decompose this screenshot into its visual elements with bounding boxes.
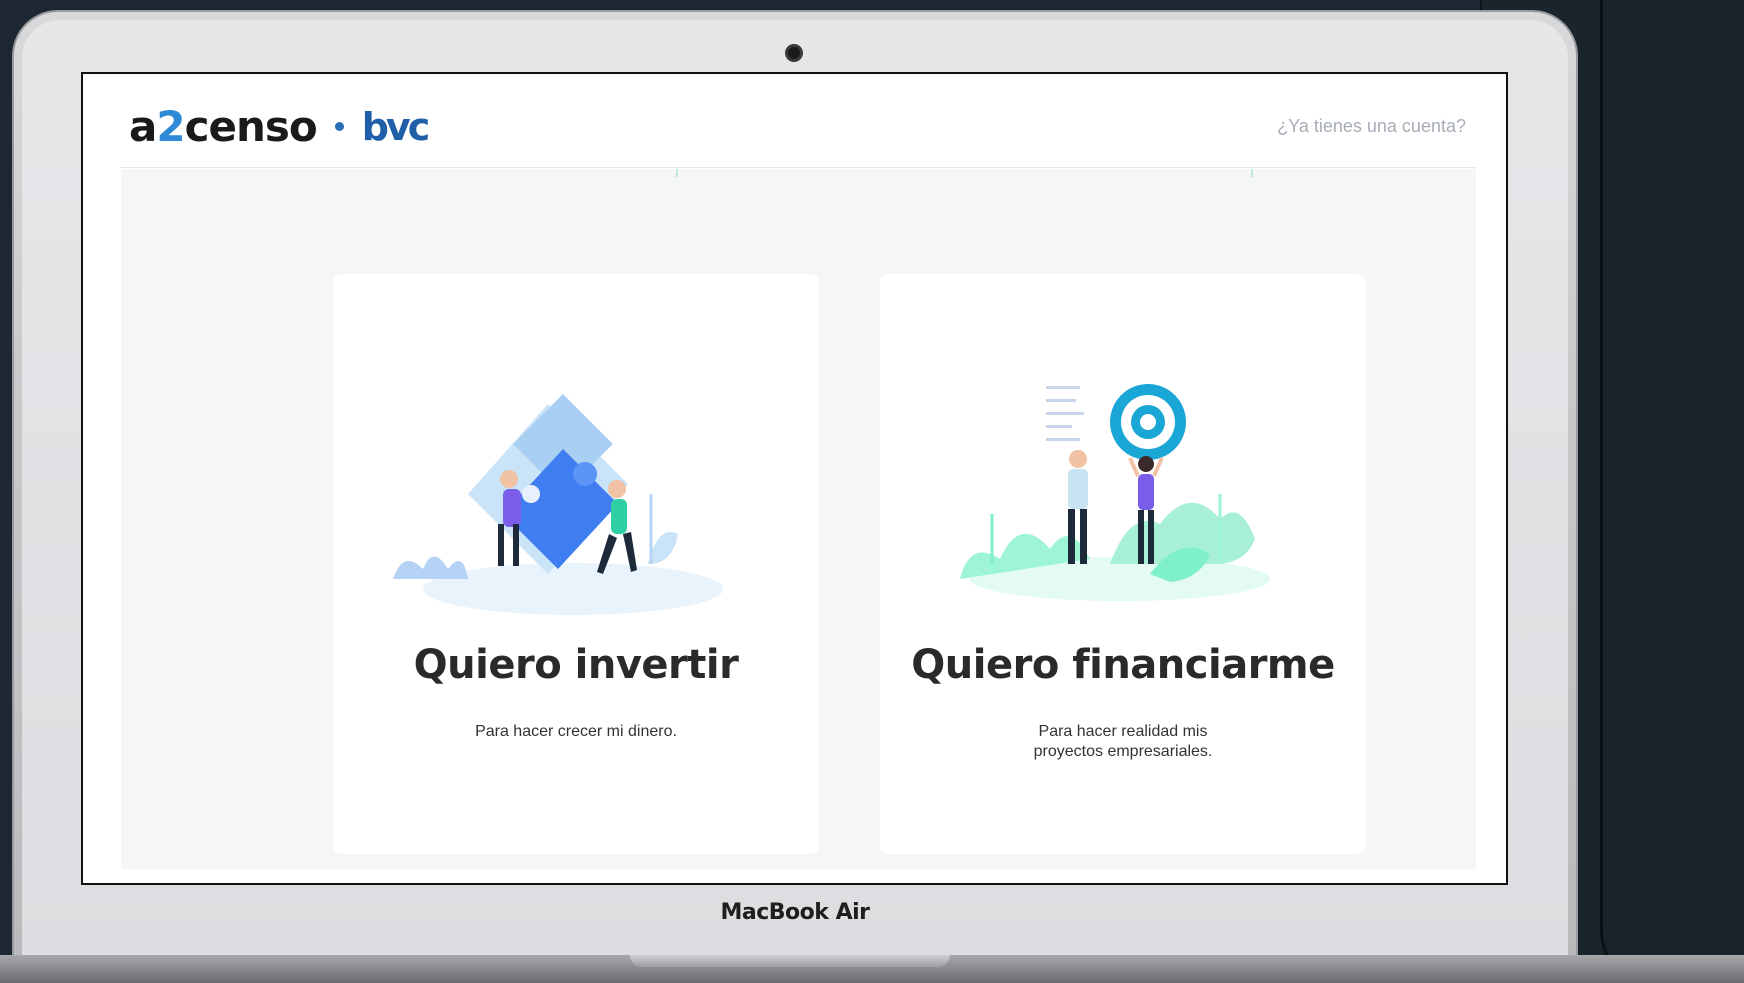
- browser-screen: a2censo bvc ¿Ya tienes una cuenta? Quier…: [81, 72, 1508, 885]
- logo-separator-dot: [334, 122, 344, 131]
- invest-card-subtitle: Para hacer crecer mi dinero.: [475, 723, 677, 740]
- site-logo[interactable]: a2censo bvc: [129, 102, 430, 151]
- decorative-line: [1251, 169, 1253, 177]
- puzzle-illustration: [393, 394, 723, 615]
- finance-card[interactable]: Quiero financiarme Para hacer realidad m…: [880, 274, 1366, 854]
- invest-card-title: Quiero invertir: [413, 642, 739, 688]
- device-label: MacBook Air: [720, 900, 870, 925]
- decorative-line: [676, 169, 678, 177]
- a2censo-logo: a2censo: [129, 102, 318, 151]
- finance-card-subtitle: Para hacer realidad mis proyectos empres…: [1033, 723, 1213, 760]
- main-content: Quiero invertir Para hacer crecer mi din…: [121, 169, 1476, 869]
- target-illustration: [960, 384, 1270, 601]
- finance-card-title: Quiero financiarme: [911, 642, 1335, 688]
- bvc-logo: bvc: [361, 104, 430, 149]
- site-header: a2censo bvc ¿Ya tienes una cuenta?: [121, 74, 1476, 168]
- background-curve: [1600, 0, 1744, 983]
- camera-icon: [785, 44, 803, 62]
- login-link[interactable]: ¿Ya tienes una cuenta?: [1277, 116, 1466, 137]
- laptop-notch: [630, 955, 950, 967]
- invest-card[interactable]: Quiero invertir Para hacer crecer mi din…: [333, 274, 819, 854]
